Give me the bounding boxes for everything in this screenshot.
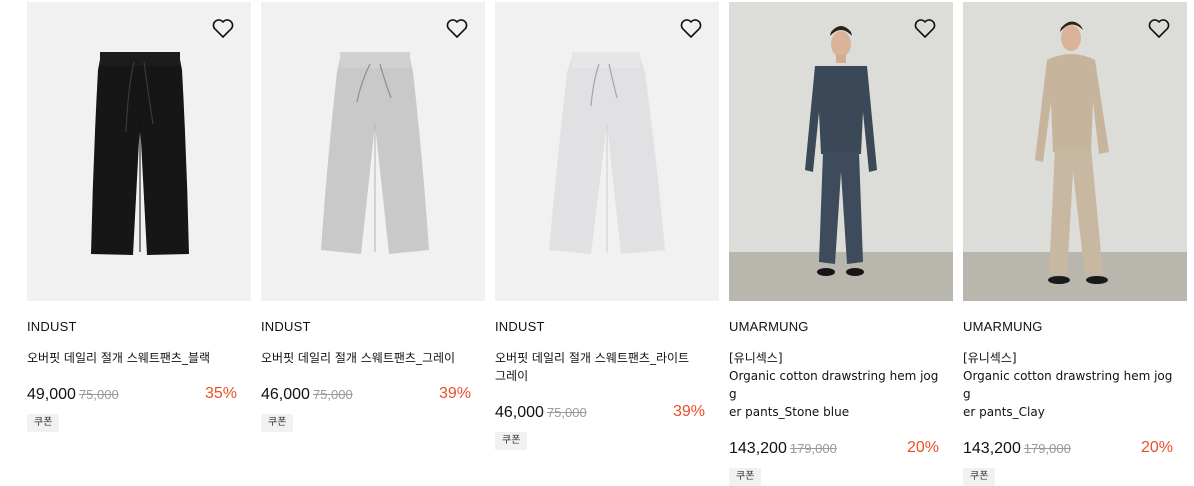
product-name-line: 오버핏 데일리 절개 스웨트팬츠_라이트 bbox=[495, 351, 690, 365]
sale-price: 46,000 bbox=[261, 386, 310, 403]
black-sweatpants-image bbox=[27, 2, 251, 301]
product-name-line: [유니섹스] bbox=[729, 351, 783, 365]
product-name-line: er pants_Clay bbox=[963, 405, 1045, 419]
sale-price: 143,200 bbox=[963, 440, 1021, 457]
discount-rate: 20% bbox=[1140, 439, 1173, 456]
price-row: 46,000 75,000 39% bbox=[261, 384, 473, 404]
wishlist-heart-icon[interactable] bbox=[1147, 16, 1171, 40]
coupon-badge: 쿠폰 bbox=[261, 414, 294, 432]
product-name-line: Organic cotton drawstring hem jogg bbox=[963, 369, 1173, 401]
sale-price: 46,000 bbox=[495, 404, 544, 421]
brand-name[interactable]: INDUST bbox=[261, 319, 485, 335]
product-image[interactable] bbox=[729, 2, 953, 301]
discount-rate: 20% bbox=[906, 439, 939, 456]
clay-model-image bbox=[963, 2, 1187, 301]
product-card[interactable]: UMARMUNG [유니섹스] Organic cotton drawstrin… bbox=[963, 2, 1187, 486]
coupon-badge: 쿠폰 bbox=[963, 468, 996, 486]
product-grid: INDUST 오버핏 데일리 절개 스웨트팬츠_블랙 49,000 75,000 … bbox=[27, 2, 1194, 486]
product-name[interactable]: [유니섹스] Organic cotton drawstring hem jog… bbox=[729, 349, 945, 421]
original-price: 179,000 bbox=[1023, 441, 1071, 456]
product-name-line: Organic cotton drawstring hem jogg bbox=[729, 369, 939, 401]
product-name[interactable]: 오버핏 데일리 절개 스웨트팬츠_그레이 bbox=[261, 349, 477, 367]
sale-price: 49,000 bbox=[27, 386, 76, 403]
coupon-badge: 쿠폰 bbox=[495, 432, 528, 450]
product-image[interactable] bbox=[495, 2, 719, 301]
coupon-badge: 쿠폰 bbox=[729, 468, 762, 486]
wishlist-heart-icon[interactable] bbox=[679, 16, 703, 40]
brand-name[interactable]: INDUST bbox=[27, 319, 251, 335]
product-name-line: 그레이 bbox=[495, 369, 529, 383]
product-card[interactable]: INDUST 오버핏 데일리 절개 스웨트팬츠_블랙 49,000 75,000 … bbox=[27, 2, 251, 432]
grey-sweatpants-image bbox=[261, 2, 485, 301]
stone-blue-model-image bbox=[729, 2, 953, 301]
product-image[interactable] bbox=[261, 2, 485, 301]
coupon-badge: 쿠폰 bbox=[27, 414, 60, 432]
wishlist-heart-icon[interactable] bbox=[211, 16, 235, 40]
wishlist-heart-icon[interactable] bbox=[913, 16, 937, 40]
price-row: 143,200 179,000 20% bbox=[729, 438, 941, 458]
light-grey-sweatpants-image bbox=[495, 2, 719, 301]
product-name[interactable]: 오버핏 데일리 절개 스웨트팬츠_블랙 bbox=[27, 349, 243, 367]
product-name[interactable]: [유니섹스] Organic cotton drawstring hem jog… bbox=[963, 349, 1179, 421]
discount-rate: 39% bbox=[672, 403, 705, 420]
product-image[interactable] bbox=[27, 2, 251, 301]
price-row: 46,000 75,000 39% bbox=[495, 402, 707, 422]
discount-rate: 35% bbox=[204, 385, 237, 402]
product-card[interactable]: INDUST 오버핏 데일리 절개 스웨트팬츠_그레이 46,000 75,000… bbox=[261, 2, 485, 432]
original-price: 75,000 bbox=[546, 405, 587, 420]
product-name[interactable]: 오버핏 데일리 절개 스웨트팬츠_라이트 그레이 bbox=[495, 349, 711, 385]
product-name-line: [유니섹스] bbox=[963, 351, 1017, 365]
product-name-line: 오버핏 데일리 절개 스웨트팬츠_블랙 bbox=[27, 351, 211, 365]
product-image[interactable] bbox=[963, 2, 1187, 301]
price-row: 143,200 179,000 20% bbox=[963, 438, 1175, 458]
brand-name[interactable]: INDUST bbox=[495, 319, 719, 335]
brand-name[interactable]: UMARMUNG bbox=[963, 319, 1187, 335]
product-card[interactable]: INDUST 오버핏 데일리 절개 스웨트팬츠_라이트 그레이 46,000 75… bbox=[495, 2, 719, 450]
product-name-line: 오버핏 데일리 절개 스웨트팬츠_그레이 bbox=[261, 351, 456, 365]
wishlist-heart-icon[interactable] bbox=[445, 16, 469, 40]
product-name-line: er pants_Stone blue bbox=[729, 405, 850, 419]
brand-name[interactable]: UMARMUNG bbox=[729, 319, 953, 335]
price-row: 49,000 75,000 35% bbox=[27, 384, 239, 404]
sale-price: 143,200 bbox=[729, 440, 787, 457]
original-price: 75,000 bbox=[78, 387, 119, 402]
product-card[interactable]: UMARMUNG [유니섹스] Organic cotton drawstrin… bbox=[729, 2, 953, 486]
discount-rate: 39% bbox=[438, 385, 471, 402]
original-price: 179,000 bbox=[789, 441, 837, 456]
original-price: 75,000 bbox=[312, 387, 353, 402]
